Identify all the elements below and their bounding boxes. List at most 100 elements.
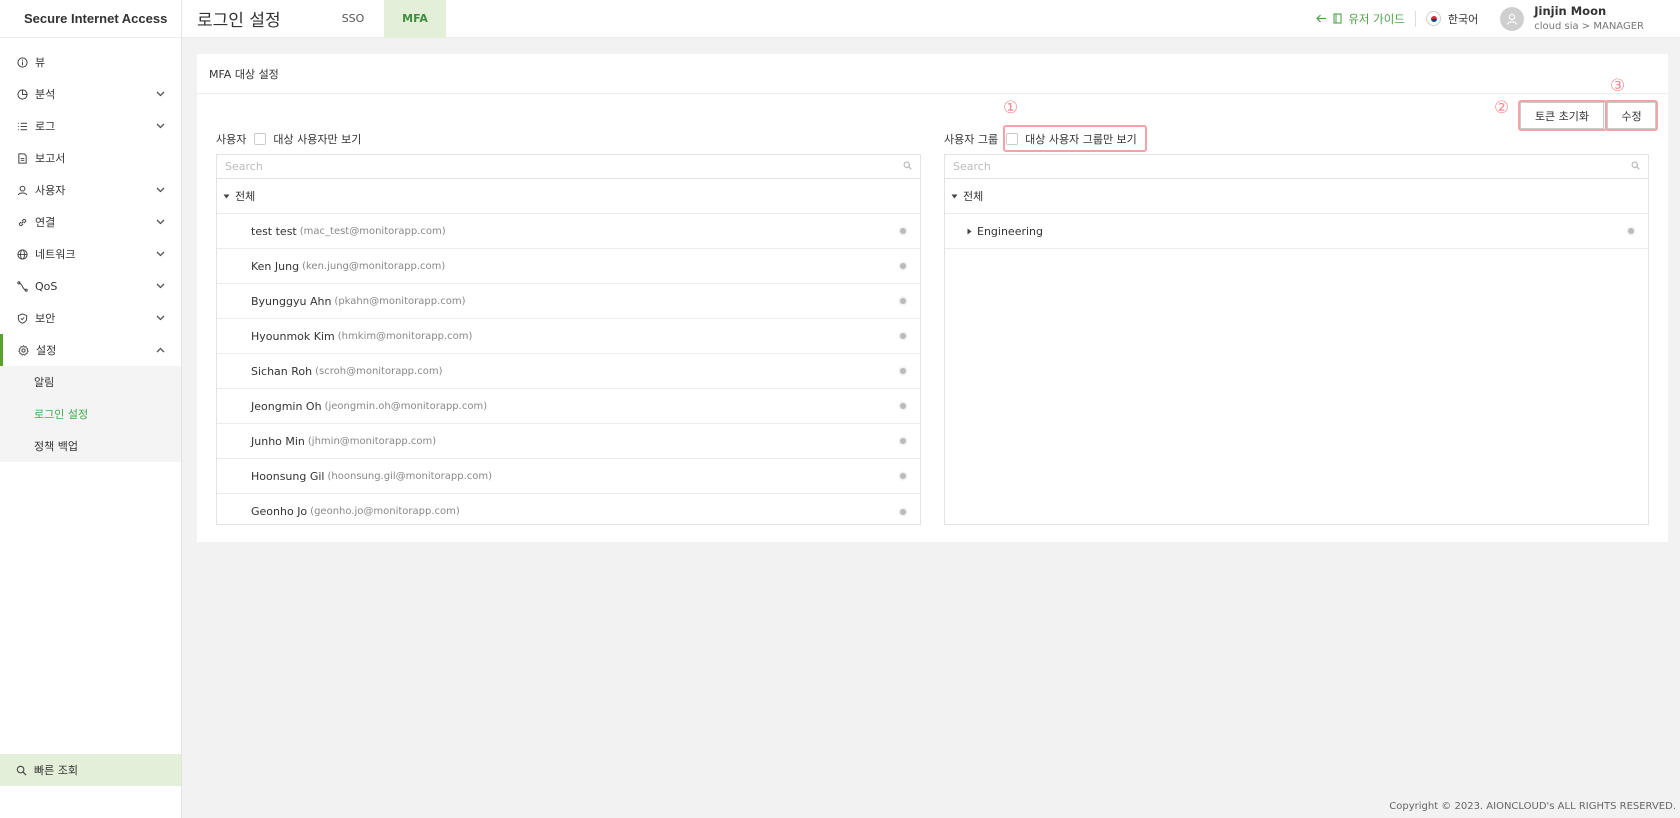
sidebar-item-label: QoS [35,279,58,293]
chevron-down-icon [155,313,165,323]
table-row[interactable]: Jeongmin Oh (jeongmin.oh@monitorapp.com) [217,389,920,424]
user-row-name: Sichan Roh [251,364,313,378]
divider [1414,10,1416,27]
search-icon[interactable] [903,160,912,173]
user-row-email: (pkahn@monitorapp.com) [334,295,466,307]
table-row[interactable]: test test (mac_test@monitorapp.com) [217,214,920,249]
language-selector[interactable]: 한국어 [1425,11,1478,27]
annotation-highlight-3 [1605,100,1658,131]
sidebar-subitem-login-settings[interactable]: 로그인 설정 [0,398,181,430]
groups-tree-root[interactable]: 전체 [945,179,1648,214]
sidebar-item-label: 로그 [35,120,56,133]
globe-icon [16,248,28,260]
tab-mfa[interactable]: MFA [384,0,446,38]
status-dot-icon [900,438,906,444]
status-dot-icon [900,403,906,409]
sidebar-subitem-alerts[interactable]: 알림 [0,366,181,398]
sidebar-item-connection[interactable]: 연결 [0,206,181,238]
status-dot-icon [900,473,906,479]
status-dot-icon [900,368,906,374]
sidebar-item-analysis[interactable]: 분석 [0,78,181,110]
sidebar-item-qos[interactable]: QoS [0,270,181,302]
info-icon [16,56,28,68]
list-item[interactable]: Engineering [945,214,1648,249]
status-dot-icon [900,298,906,304]
header-right: 유저 가이드 한국어 Jinjin Moon cloud sia > MANAG… [1316,0,1680,38]
sidebar-item-log[interactable]: 로그 [0,110,181,142]
sidebar-item-network[interactable]: 네트워크 [0,238,181,270]
status-dot-icon [900,508,906,515]
user-info[interactable]: Jinjin Moon cloud sia > MANAGER [1534,4,1644,34]
caret-down-icon[interactable] [951,194,958,199]
quick-search-button[interactable]: 빠른 조회 [0,754,181,786]
table-row[interactable]: Hyounmok Kim (hmkim@monitorapp.com) [217,319,920,354]
sidebar-item-label: 설정 [36,344,57,357]
groups-search [945,155,1648,179]
sidebar-item-security[interactable]: 보안 [0,302,181,334]
user-row-email: (jhmin@monitorapp.com) [307,435,437,447]
table-row[interactable]: Geonho Jo (geonho.jo@monitorapp.com) [217,494,920,529]
users-tree-root[interactable]: 전체 [217,179,920,214]
sidebar-item-label: 분석 [35,88,56,101]
list-icon [16,120,28,132]
status-dot-icon [900,333,906,339]
table-row[interactable]: Byunggyu Ahn (pkahn@monitorapp.com) [217,284,920,319]
chevron-down-icon [155,89,165,99]
user-row-name: Geonho Jo [251,505,308,518]
user-icon [16,184,28,196]
table-row[interactable]: Sichan Roh (scroh@monitorapp.com) [217,354,920,389]
user-row-email: (jeongmin.oh@monitorapp.com) [324,400,488,412]
tree-root-label: 전체 [963,190,984,203]
avatar[interactable] [1500,6,1525,31]
table-row[interactable]: Ken Jung (ken.jung@monitorapp.com) [217,249,920,284]
sidebar-item-label: 뷰 [35,56,46,69]
group-row-name: Engineering [977,224,1043,238]
link-icon [16,216,28,228]
arrow-left-icon [1316,14,1327,23]
table-row[interactable]: Junho Min (jhmin@monitorapp.com) [217,424,920,459]
panel-title: MFA 대상 설정 [197,54,1668,94]
user-role: cloud sia > MANAGER [1534,20,1644,32]
target-users-only-checkbox[interactable] [254,133,267,145]
annotation-1: ① [1003,98,1019,118]
search-icon[interactable] [1631,160,1640,173]
sidebar-item-label: 네트워크 [35,248,76,261]
sidebar-item-report[interactable]: 보고서 [0,142,181,174]
annotation-2: ② [1494,98,1510,118]
book-icon [1333,13,1342,24]
sidebar-subitem-policy-backup[interactable]: 정책 백업 [0,430,181,462]
sidebar-item-view[interactable]: 뷰 [0,46,181,78]
sidebar: Secure Internet Access 뷰 분석 로그 보고서 사용자 연… [0,0,182,818]
chevron-up-icon [155,345,165,355]
groups-label: 사용자 그룹 [944,133,999,146]
caret-right-icon[interactable] [967,228,972,235]
chevron-down-icon [155,217,165,227]
tab-sso[interactable]: SSO [322,0,384,38]
search-icon [16,765,27,776]
caret-down-icon[interactable] [223,194,230,199]
groups-search-input[interactable] [953,160,1631,173]
target-users-only-label: 대상 사용자만 보기 [273,133,362,146]
copyright-footer: Copyright © 2023. AIONCLOUD's ALL RIGHTS… [1389,801,1676,812]
chevron-down-icon [155,281,165,291]
user-row-name: Ken Jung [251,259,300,273]
user-row-email: (hoonsung.gil@monitorapp.com) [327,470,493,482]
user-guide-link[interactable]: 유저 가이드 [1316,11,1405,27]
page-title: 로그인 설정 [197,11,281,31]
user-row-email: (mac_test@monitorapp.com) [299,225,446,237]
users-header: 사용자 대상 사용자만 보기 [216,131,361,147]
annotation-highlight-1 [1003,125,1147,152]
status-dot-icon [1628,228,1634,234]
sidebar-item-user[interactable]: 사용자 [0,174,181,206]
user-row-name: test test [251,224,297,238]
chevron-down-icon [155,249,165,259]
pie-chart-icon [16,88,28,100]
table-row[interactable]: Hoonsung Gil (hoonsung.gil@monitorapp.com… [217,459,920,494]
user-row-name: Jeongmin Oh [251,399,322,413]
user-name: Jinjin Moon [1534,3,1607,18]
sidebar-item-settings[interactable]: 설정 [0,334,181,366]
users-search-input[interactable] [225,160,903,173]
sidebar-item-label: 보고서 [35,152,66,165]
user-row-email: (scroh@monitorapp.com) [315,365,443,377]
report-icon [16,152,28,164]
